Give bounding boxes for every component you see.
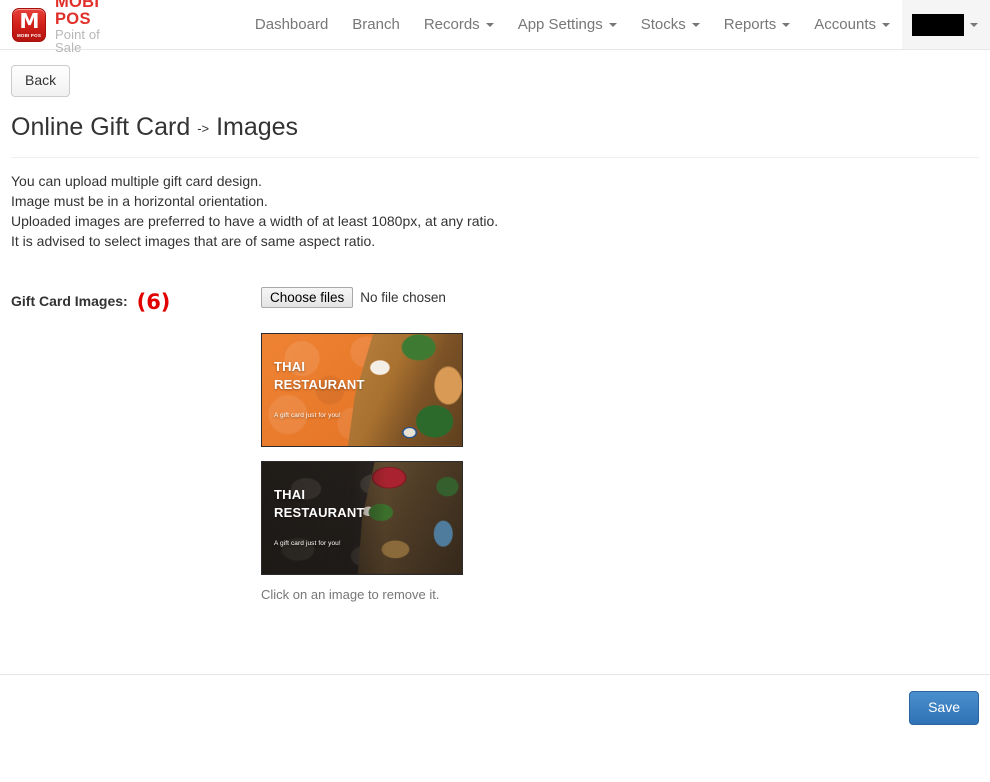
nav-item-stocks[interactable]: Stocks [629,0,712,49]
card-subtitle: A gift card just for you! [274,411,341,419]
page-title-main: Online Gift Card [11,113,191,142]
main-navigation: Dashboard Branch Records App Settings St… [243,0,990,49]
account-name-redacted [912,13,964,36]
card-text-block: THAI RESTAURANT A gift card just for you… [274,358,365,419]
logo-badge-subtext: MOBI POS [16,32,42,38]
page-title: Online Gift Card -> Images [11,114,979,142]
nav-item-branch[interactable]: Branch [340,0,412,49]
mobi-pos-logo-icon: M MOBI POS [12,7,46,42]
gift-card-image-thumbnail[interactable]: THAI RESTAURANT A gift card just for you… [261,332,463,447]
page-title-sub: Images [216,113,299,142]
card-subtitle: A gift card just for you! [274,539,341,547]
remove-image-hint: Click on an image to remove it. [261,586,440,602]
save-button[interactable]: Save [909,691,979,726]
page-title-arrow: -> [197,121,210,137]
nav-item-accounts[interactable]: Accounts [802,0,902,49]
brand-logo[interactable]: M MOBI POS MOBI POS Point of Sale [0,0,112,54]
back-button[interactable]: Back [11,65,71,98]
instruction-line-1: You can upload multiple gift card design… [11,172,262,189]
card-title: THAI RESTAURANT [274,487,365,520]
instruction-line-2: Image must be in a horizontal orientatio… [11,192,268,209]
chevron-down-icon [485,22,494,27]
gift-card-images-field: Choose files No file chosen THAI RESTAUR… [261,287,979,602]
gift-card-image-thumbnail[interactable]: THAI RESTAURANT A gift card just for you… [261,460,463,575]
nav-label-accounts: Accounts [814,16,876,33]
title-divider [11,156,979,158]
instruction-line-3: Uploaded images are preferred to have a … [11,212,499,229]
gift-card-image-list: THAI RESTAURANT A gift card just for you… [261,332,979,602]
nav-label-branch: Branch [352,16,400,33]
nav-label-stocks: Stocks [640,16,686,33]
chevron-down-icon [691,22,700,27]
page-footer: Save [0,674,990,728]
choose-files-button[interactable]: Choose files [261,287,354,309]
instruction-line-4: It is advised to select images that are … [11,232,376,249]
card-title-line-2: RESTAURANT [274,504,365,520]
nav-label-reports: Reports [723,16,777,33]
gift-card-images-row: Gift Card Images: (6) Choose files No fi… [11,287,979,602]
file-upload-input[interactable]: Choose files No file chosen [261,287,979,309]
nav-item-dashboard[interactable]: Dashboard [243,0,340,49]
nav-item-app-settings[interactable]: App Settings [506,0,629,49]
logo-letter: M [19,8,40,33]
annotation-marker-6: (6) [136,289,171,314]
nav-label-app-settings: App Settings [517,16,603,33]
chevron-down-icon [970,22,978,27]
chevron-down-icon [608,22,617,27]
nav-item-records[interactable]: Records [412,0,506,49]
nav-item-reports[interactable]: Reports [712,0,803,49]
brand-title: MOBI POS [55,0,100,28]
file-chosen-status: No file chosen [360,290,446,306]
card-title-line-1: THAI [274,358,306,374]
card-title: THAI RESTAURANT [274,359,365,392]
chevron-down-icon [882,22,890,27]
upload-instructions: You can upload multiple gift card design… [11,171,979,251]
page-content: Back Online Gift Card -> Images You can … [0,50,990,728]
gift-card-images-label-text: Gift Card Images: [11,292,128,309]
nav-label-records: Records [423,16,480,33]
card-title-line-2: RESTAURANT [274,376,365,392]
top-navbar: M MOBI POS MOBI POS Point of Sale Dashbo… [0,0,990,54]
card-title-line-1: THAI [274,486,306,502]
nav-item-user-account[interactable] [902,0,990,49]
brand-text: MOBI POS Point of Sale [55,0,102,55]
chevron-down-icon [782,22,791,27]
card-text-block: THAI RESTAURANT A gift card just for you… [274,486,365,547]
nav-label-dashboard: Dashboard [254,16,329,33]
gift-card-images-label: Gift Card Images: (6) [11,287,261,602]
